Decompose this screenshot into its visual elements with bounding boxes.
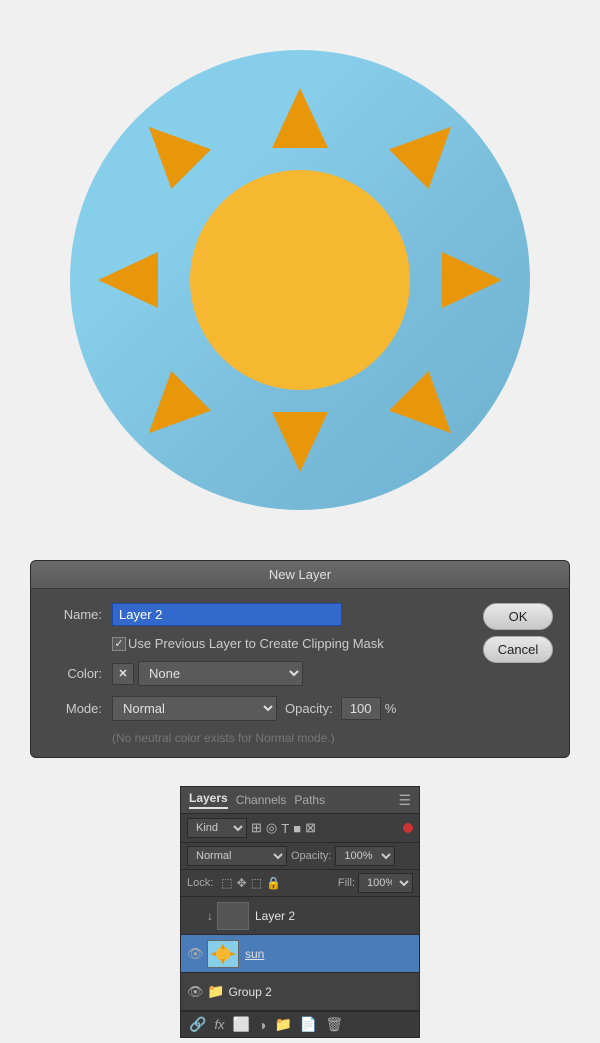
lock-pixel-icon[interactable]: ⬚ <box>221 876 232 890</box>
cancel-button[interactable]: Cancel <box>483 636 553 663</box>
fx-icon[interactable]: fx <box>214 1017 224 1032</box>
group2-name: Group 2 <box>228 985 271 999</box>
sun-inner <box>70 50 530 510</box>
layers-mode-select[interactable]: Normal <box>187 846 287 866</box>
fill-section: Fill: 100% <box>338 873 413 893</box>
opacity-pct: % <box>385 701 397 716</box>
dialog-title: New Layer <box>31 561 569 589</box>
layers-panel: Layers Channels Paths ☰ Kind ⊞ ◎ T ■ ⊠ N… <box>180 786 420 1038</box>
link-icon[interactable]: 🔗 <box>189 1016 206 1033</box>
red-dot <box>403 823 413 833</box>
folder-icon[interactable]: 📁 <box>274 1016 291 1033</box>
lock-move-icon[interactable]: ✥ <box>237 876 247 890</box>
sun-ray-bottom <box>272 412 328 472</box>
sun-ray-top <box>272 88 328 148</box>
sun-ray-right <box>442 252 502 308</box>
checkbox-row: ✓ Use Previous Layer to Create Clipping … <box>112 636 467 651</box>
layer-row-sun[interactable]: 👁 sun <box>181 935 419 973</box>
filter-adj-icon: ◎ <box>266 820 277 836</box>
tab-paths[interactable]: Paths <box>294 793 325 807</box>
layers-menu-icon[interactable]: ☰ <box>398 792 411 809</box>
name-row: Name: <box>47 603 467 626</box>
new-layer-icon[interactable]: 📄 <box>300 1016 317 1033</box>
sun-visibility-icon[interactable]: 👁 <box>187 946 203 962</box>
sun-background <box>70 50 530 510</box>
clipping-mask-checkbox[interactable]: ✓ <box>112 637 126 651</box>
filter-smart-icon: ⊠ <box>305 820 316 836</box>
layers-toolbar: 🔗 fx ⬜ ◑ 📁 📄 🗑 <box>181 1011 419 1037</box>
mask-icon[interactable]: ⬜ <box>233 1016 250 1033</box>
layers-opacity-label: Opacity: <box>291 850 331 862</box>
tab-layers[interactable]: Layers <box>189 791 228 809</box>
group2-folder-icon: 📁 <box>207 983 224 1000</box>
kind-select[interactable]: Kind <box>187 818 247 838</box>
new-layer-dialog: New Layer Name: ✓ Use Previous Layer to … <box>30 560 570 758</box>
fill-label: Fill: <box>338 877 355 889</box>
layers-header: Layers Channels Paths ☰ <box>181 787 419 814</box>
name-input[interactable] <box>112 603 342 626</box>
color-select[interactable]: None <box>138 661 303 686</box>
neutral-text: (No neutral color exists for Normal mode… <box>112 731 467 745</box>
neutral-text-content: (No neutral color exists for Normal mode… <box>112 731 335 745</box>
adjustment-icon[interactable]: ◑ <box>258 1017 266 1033</box>
color-label: Color: <box>47 666 102 681</box>
kind-row: Kind ⊞ ◎ T ■ ⊠ <box>181 814 419 843</box>
lock-row: Lock: ⬚ ✥ ⬚ 🔒 Fill: 100% <box>181 870 419 897</box>
layer-row-layer2[interactable]: ↓ Layer 2 <box>181 897 419 935</box>
sun-ray-bottom-left <box>129 371 211 453</box>
checkbox-label: Use Previous Layer to Create Clipping Ma… <box>128 636 384 651</box>
ok-button[interactable]: OK <box>483 603 553 630</box>
sun-body <box>190 170 410 390</box>
layer-row-group2[interactable]: 👁 📁 Group 2 <box>181 973 419 1011</box>
sun-ray-bottom-right <box>389 371 471 453</box>
mode-select[interactable]: Normal <box>112 696 277 721</box>
layer2-indent-icon: ↓ <box>207 909 213 923</box>
mode-opacity-row: Normal Opacity: 100% <box>181 843 419 870</box>
opacity-input[interactable] <box>341 697 381 720</box>
dialog-buttons: OK Cancel <box>483 603 553 663</box>
mode-label: Mode: <box>47 701 102 716</box>
mode-row: Mode: Normal Opacity: % <box>47 696 467 721</box>
trash-icon[interactable]: 🗑 <box>325 1016 343 1033</box>
sun-ray-left <box>98 252 158 308</box>
tab-channels[interactable]: Channels <box>236 793 287 807</box>
layers-opacity-select[interactable]: 100% <box>335 846 395 866</box>
color-control: ✕ None <box>112 661 303 686</box>
fill-select[interactable]: 100% <box>358 873 413 893</box>
layers-panel-wrapper: Layers Channels Paths ☰ Kind ⊞ ◎ T ■ ⊠ N… <box>0 772 600 1038</box>
lock-icon[interactable]: 🔒 <box>266 876 281 890</box>
lock-all-icon[interactable]: ⬚ <box>251 876 262 890</box>
sun-illustration <box>0 0 600 560</box>
dialog-body: Name: ✓ Use Previous Layer to Create Cli… <box>31 589 569 757</box>
layer2-thumbnail <box>217 902 249 930</box>
sun-ray-top-right <box>389 107 471 189</box>
sun-name: sun <box>245 947 264 961</box>
sun-ray-top-left <box>129 107 211 189</box>
layer2-name: Layer 2 <box>255 909 295 923</box>
filter-shape-icon: ■ <box>293 821 301 836</box>
color-x-icon: ✕ <box>112 663 134 685</box>
filter-pixel-icon: ⊞ <box>251 820 262 836</box>
group2-visibility-icon[interactable]: 👁 <box>187 984 203 1000</box>
dialog-title-text: New Layer <box>269 567 331 582</box>
sun-thumbnail <box>207 940 239 968</box>
opacity-label: Opacity: <box>285 701 333 716</box>
color-row: Color: ✕ None <box>47 661 467 686</box>
filter-type-icon: T <box>281 821 289 836</box>
name-label: Name: <box>47 607 102 622</box>
lock-label: Lock: <box>187 877 213 889</box>
